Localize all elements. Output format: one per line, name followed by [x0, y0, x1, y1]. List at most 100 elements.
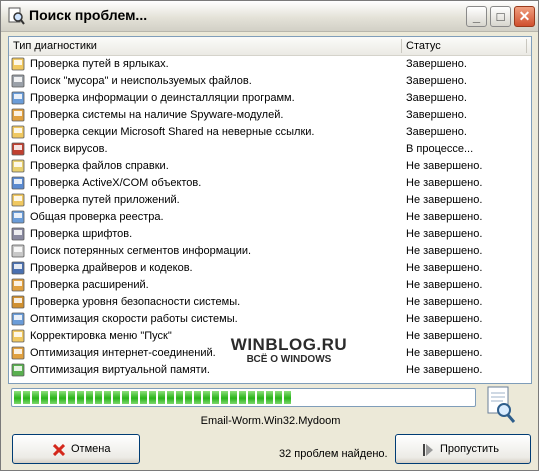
- list-rows: Проверка путей в ярлыках. Завершено. Поиск…: [9, 56, 531, 379]
- diagnostic-status: Не завершено.: [406, 211, 483, 223]
- scan-progress-bar: [11, 388, 476, 407]
- virus-icon: [11, 142, 25, 156]
- progress-segment: [140, 391, 147, 404]
- memory-icon: [11, 363, 25, 377]
- diagnostics-list[interactable]: Тип диагностики Статус Проверка путей в …: [8, 36, 532, 384]
- progress-segment: [50, 391, 57, 404]
- list-item[interactable]: Оптимизация виртуальной памяти. Не заверш…: [9, 362, 531, 379]
- diagnostic-name: Поиск "мусора" и неиспользуемых файлов.: [30, 75, 252, 87]
- column-header-status[interactable]: Статус: [406, 40, 441, 52]
- progress-segment: [176, 391, 183, 404]
- list-item[interactable]: Проверка секции Microsoft Shared на неве…: [9, 124, 531, 141]
- diagnostic-name: Проверка ActiveX/COM объектов.: [30, 177, 202, 189]
- minimize-button[interactable]: _: [466, 6, 487, 27]
- uninstall-icon: [11, 91, 25, 105]
- registry-icon: [11, 210, 25, 224]
- diagnostic-status: Не завершено.: [406, 330, 483, 342]
- diagnostic-name: Проверка системы на наличие Spyware-моду…: [30, 109, 284, 121]
- column-divider[interactable]: [401, 39, 402, 53]
- progress-segment: [185, 391, 192, 404]
- current-threat-label: Email-Worm.Win32.Mydoom: [200, 415, 341, 427]
- title-bar[interactable]: Поиск проблем... _ □ ✕: [1, 1, 538, 32]
- window-title: Поиск проблем...: [29, 7, 148, 23]
- diagnostic-status: В процессе...: [406, 143, 474, 155]
- security-icon: [11, 295, 25, 309]
- diagnostic-name: Поиск вирусов.: [30, 143, 108, 155]
- cancel-x-icon: [53, 444, 65, 456]
- list-item[interactable]: Проверка путей приложений. Не завершено.: [9, 192, 531, 209]
- diagnostic-status: Не завершено.: [406, 262, 483, 274]
- maximize-icon: □: [496, 9, 505, 24]
- problems-found-count: 32 проблем найдено.: [279, 448, 388, 460]
- progress-segment: [275, 391, 282, 404]
- progress-segment: [149, 391, 156, 404]
- help-file-icon: [11, 159, 25, 173]
- diagnostic-name: Проверка файлов справки.: [30, 160, 169, 172]
- progress-segment: [248, 391, 255, 404]
- list-item[interactable]: Проверка ActiveX/COM объектов. Не заверше…: [9, 175, 531, 192]
- maximize-button[interactable]: □: [490, 6, 511, 27]
- list-item[interactable]: Проверка путей в ярлыках. Завершено.: [9, 56, 531, 73]
- diagnostic-status: Не завершено.: [406, 228, 483, 240]
- progress-segment: [221, 391, 228, 404]
- list-item[interactable]: Проверка драйверов и кодеков. Не завершен…: [9, 260, 531, 277]
- progress-segment: [104, 391, 111, 404]
- diagnostic-status: Не завершено.: [406, 347, 483, 359]
- progress-segment: [230, 391, 237, 404]
- list-item[interactable]: Проверка шрифтов. Не завершено.: [9, 226, 531, 243]
- diagnostic-name: Проверка драйверов и кодеков.: [30, 262, 193, 274]
- list-item[interactable]: Проверка расширений. Не завершено.: [9, 277, 531, 294]
- progress-segment: [266, 391, 273, 404]
- column-divider[interactable]: [526, 39, 527, 53]
- progress-segment: [158, 391, 165, 404]
- list-item[interactable]: Проверка информации о деинсталляции прог…: [9, 90, 531, 107]
- list-item[interactable]: Проверка уровня безопасности системы. Не …: [9, 294, 531, 311]
- diagnostic-status: Не завершено.: [406, 177, 483, 189]
- progress-segment: [68, 391, 75, 404]
- trash-icon: [11, 74, 25, 88]
- close-icon: ✕: [518, 8, 531, 24]
- font-icon: [11, 227, 25, 241]
- minimize-icon: _: [472, 9, 481, 24]
- diagnostic-name: Проверка секции Microsoft Shared на неве…: [30, 126, 315, 138]
- list-item[interactable]: Поиск "мусора" и неиспользуемых файлов. З…: [9, 73, 531, 90]
- diagnostic-status: Не завершено.: [406, 313, 483, 325]
- diagnostic-name: Проверка уровня безопасности системы.: [30, 296, 241, 308]
- diagnostic-status: Не завершено.: [406, 364, 483, 376]
- progress-segment: [122, 391, 129, 404]
- app-window: Поиск проблем... _ □ ✕ Тип диагностики С…: [0, 0, 539, 471]
- column-header-type[interactable]: Тип диагностики: [13, 40, 97, 52]
- progress-segment: [77, 391, 84, 404]
- diagnostic-status: Завершено.: [406, 109, 467, 121]
- diagnostic-status: Завершено.: [406, 75, 467, 87]
- list-item[interactable]: Общая проверка реестра. Не завершено.: [9, 209, 531, 226]
- progress-segment: [86, 391, 93, 404]
- progress-segment: [167, 391, 174, 404]
- progress-segment: [32, 391, 39, 404]
- list-item[interactable]: Корректировка меню "Пуск" Не завершено.: [9, 328, 531, 345]
- diagnostic-name: Корректировка меню "Пуск": [30, 330, 172, 342]
- skip-icon: [423, 444, 433, 456]
- list-item[interactable]: Оптимизация интернет-соединений. Не завер…: [9, 345, 531, 362]
- list-item[interactable]: Поиск вирусов. В процессе...: [9, 141, 531, 158]
- progress-segment: [212, 391, 219, 404]
- app-path-icon: [11, 193, 25, 207]
- diagnostic-status: Не завершено.: [406, 245, 483, 257]
- list-item[interactable]: Проверка системы на наличие Spyware-моду…: [9, 107, 531, 124]
- diagnostic-name: Проверка путей в ярлыках.: [30, 58, 169, 70]
- shortcut-icon: [11, 57, 25, 71]
- start-menu-icon: [11, 329, 25, 343]
- cancel-button[interactable]: Отмена: [12, 434, 140, 464]
- progress-segment: [203, 391, 210, 404]
- progress-segment: [257, 391, 264, 404]
- skip-button[interactable]: Пропустить: [395, 434, 531, 464]
- list-item[interactable]: Поиск потерянных сегментов информации. Не…: [9, 243, 531, 260]
- progress-segment: [194, 391, 201, 404]
- speed-icon: [11, 312, 25, 326]
- close-button[interactable]: ✕: [514, 6, 535, 27]
- list-item[interactable]: Оптимизация скорости работы системы. Не з…: [9, 311, 531, 328]
- diagnostic-name: Проверка расширений.: [30, 279, 149, 291]
- progress-segment: [131, 391, 138, 404]
- spyware-icon: [11, 108, 25, 122]
- list-item[interactable]: Проверка файлов справки. Не завершено.: [9, 158, 531, 175]
